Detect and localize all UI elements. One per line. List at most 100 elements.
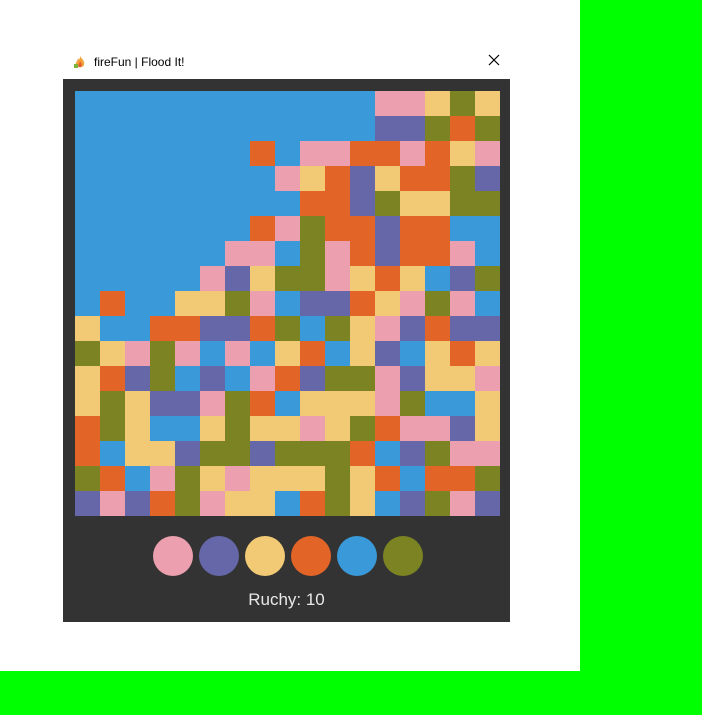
board-cell: [100, 491, 125, 516]
board-cell: [450, 416, 475, 441]
board-cell: [400, 391, 425, 416]
board-cell: [275, 341, 300, 366]
board-cell: [225, 241, 250, 266]
board-cell: [125, 191, 150, 216]
board-cell: [450, 341, 475, 366]
board-cell: [300, 491, 325, 516]
board-cell: [175, 316, 200, 341]
board-cell: [425, 441, 450, 466]
color-button-blue[interactable]: [337, 536, 377, 576]
board-cell: [100, 116, 125, 141]
board-cell: [475, 166, 500, 191]
board-cell: [400, 291, 425, 316]
board-cell: [425, 216, 450, 241]
board-cell: [100, 241, 125, 266]
board-cell: [225, 316, 250, 341]
board-cell: [375, 91, 400, 116]
board-cell: [250, 491, 275, 516]
board-cell: [400, 141, 425, 166]
board-cell: [325, 416, 350, 441]
board-cell: [300, 316, 325, 341]
board-cell: [400, 366, 425, 391]
board-cell: [300, 466, 325, 491]
board-cell: [425, 366, 450, 391]
board-cell: [400, 191, 425, 216]
board-cell: [275, 466, 300, 491]
board-cell: [250, 191, 275, 216]
board-cell: [75, 291, 100, 316]
board-cell: [175, 191, 200, 216]
board-cell: [475, 391, 500, 416]
board-cell: [175, 416, 200, 441]
board-cell: [225, 141, 250, 166]
board-cell: [125, 491, 150, 516]
board-cell: [375, 366, 400, 391]
flood-board: [75, 91, 500, 516]
board-cell: [200, 166, 225, 191]
board-cell: [300, 416, 325, 441]
board-cell: [250, 341, 275, 366]
board-cell: [475, 316, 500, 341]
board-cell: [450, 241, 475, 266]
board-cell: [200, 441, 225, 466]
board-cell: [450, 116, 475, 141]
board-cell: [350, 316, 375, 341]
board-cell: [325, 191, 350, 216]
board-cell: [75, 391, 100, 416]
board-cell: [300, 166, 325, 191]
board-cell: [375, 166, 400, 191]
close-button[interactable]: [478, 45, 510, 79]
board-cell: [200, 341, 225, 366]
board-cell: [75, 491, 100, 516]
board-cell: [225, 216, 250, 241]
color-button-yellow[interactable]: [245, 536, 285, 576]
board-cell: [325, 441, 350, 466]
board-cell: [350, 216, 375, 241]
board-cell: [350, 116, 375, 141]
board-cell: [275, 366, 300, 391]
board-cell: [175, 241, 200, 266]
board-cell: [150, 441, 175, 466]
board-cell: [200, 216, 225, 241]
board-cell: [75, 216, 100, 241]
board-cell: [150, 166, 175, 191]
board-cell: [425, 291, 450, 316]
board-cell: [200, 291, 225, 316]
board-cell: [450, 441, 475, 466]
board-cell: [200, 141, 225, 166]
color-button-orange[interactable]: [291, 536, 331, 576]
board-cell: [125, 216, 150, 241]
board-cell: [275, 266, 300, 291]
board-cell: [125, 391, 150, 416]
board-cell: [250, 91, 275, 116]
board-cell: [425, 141, 450, 166]
board-cell: [150, 341, 175, 366]
board-cell: [200, 366, 225, 391]
board-cell: [300, 141, 325, 166]
window-titlebar: fireFun | Flood It!: [63, 45, 510, 79]
board-cell: [400, 441, 425, 466]
board-cell: [325, 216, 350, 241]
board-cell: [175, 216, 200, 241]
board-cell: [150, 291, 175, 316]
board-cell: [100, 216, 125, 241]
board-cell: [125, 91, 150, 116]
color-button-pink[interactable]: [153, 536, 193, 576]
board-cell: [200, 316, 225, 341]
board-cell: [275, 391, 300, 416]
board-cell: [200, 91, 225, 116]
board-cell: [75, 416, 100, 441]
board-cell: [425, 166, 450, 191]
board-cell: [300, 241, 325, 266]
board-cell: [450, 291, 475, 316]
board-cell: [175, 141, 200, 166]
board-cell: [200, 491, 225, 516]
board-cell: [350, 391, 375, 416]
color-button-indigo[interactable]: [199, 536, 239, 576]
board-cell: [425, 241, 450, 266]
board-cell: [100, 191, 125, 216]
board-cell: [450, 166, 475, 191]
color-button-olive[interactable]: [383, 536, 423, 576]
board-cell: [200, 416, 225, 441]
board-cell: [75, 466, 100, 491]
